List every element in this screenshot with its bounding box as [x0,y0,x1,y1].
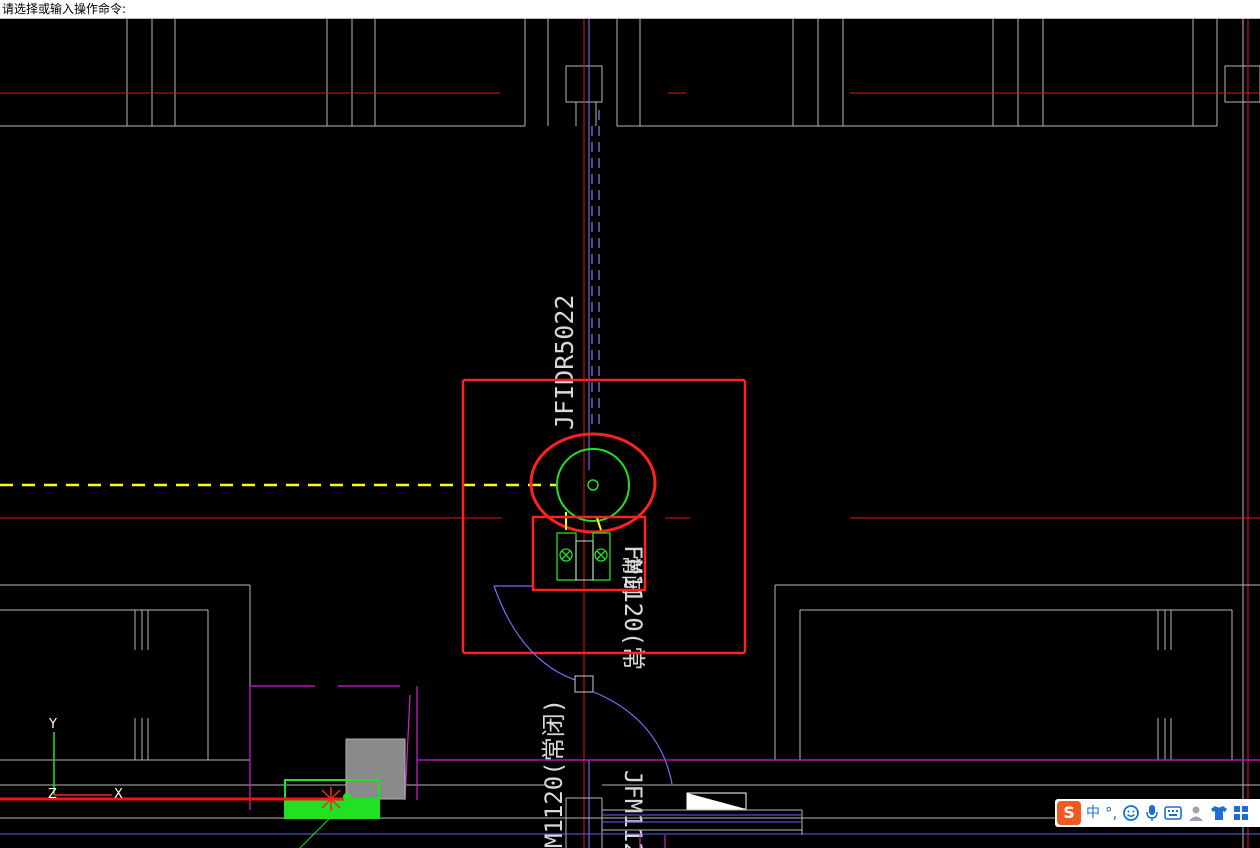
grid-icon[interactable] [1233,805,1249,821]
equipment-center-mark [587,479,599,491]
red-cross-marker [319,787,343,811]
ucs-z-label: Z [48,787,57,802]
ime-punctuation-toggle[interactable]: °, [1105,801,1117,825]
top-walls [0,19,1260,848]
tag-right-text: FM1120(常 [619,545,647,670]
keyboard-icon[interactable] [1164,806,1183,820]
tag-left-text: M1120(常闭) [540,699,568,848]
green-leader-line [299,817,331,848]
ucs-y-label: Y [48,717,57,732]
emoji-icon[interactable] [1122,804,1140,822]
microphone-icon[interactable] [1145,804,1159,822]
cad-drawing-canvas[interactable]: JFIDR5022 常闭 FM1120(常 M1120(常闭) JFM112 Y… [0,19,1260,848]
gray-equipment-block [345,738,406,800]
user-icon[interactable] [1187,804,1205,822]
command-line[interactable]: 请选择或输入操作命令: [0,0,1260,19]
white-triangle-symbol [687,793,746,809]
green-dot-marker [343,793,351,801]
axis-lines [0,19,1260,848]
equipment-circle [556,448,630,522]
ime-mode-toggle[interactable]: 中 [1086,801,1100,825]
tag-upper-text: JFIDR5022 [550,295,579,430]
skin-shirt-icon[interactable] [1210,805,1228,821]
tag-bottom-text: JFM112 [619,770,647,848]
ucs-x-label: X [114,787,123,802]
ime-toolbar[interactable]: S 中 °, [1055,799,1260,827]
sogou-logo-icon[interactable]: S [1057,801,1081,825]
